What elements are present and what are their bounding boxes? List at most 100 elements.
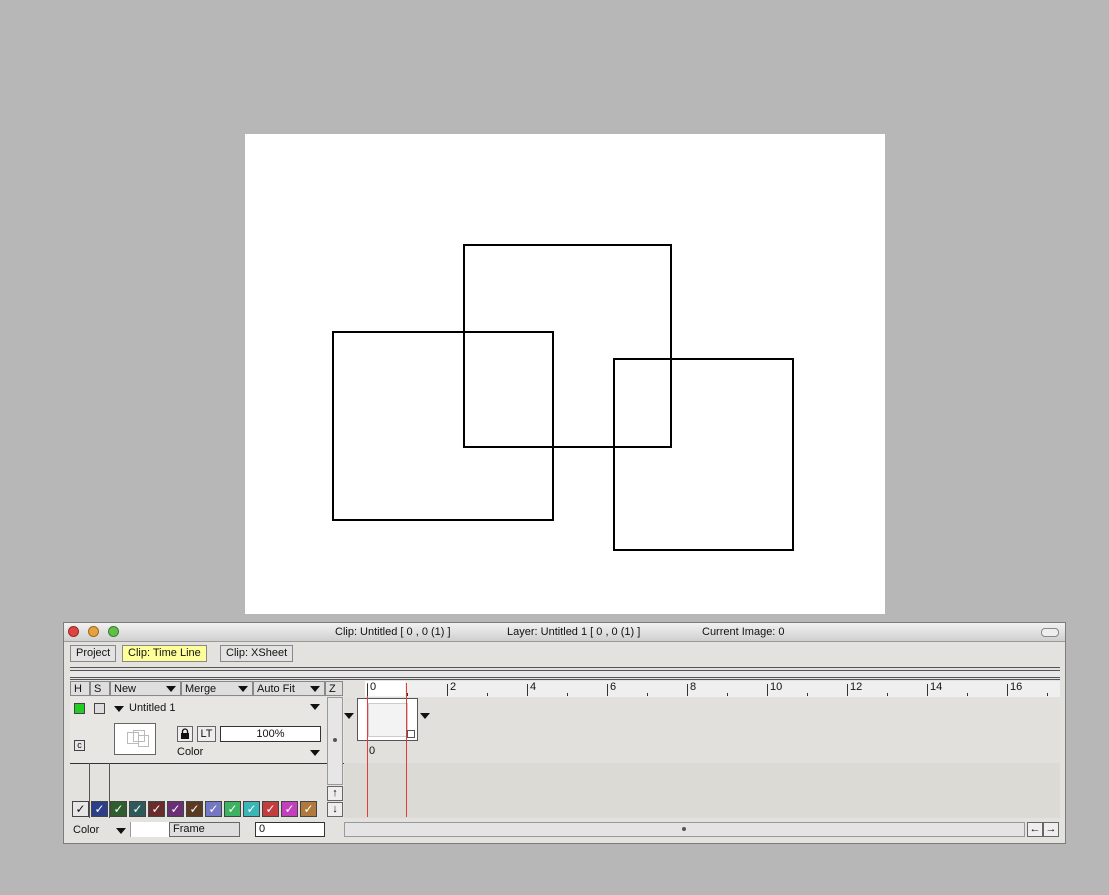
divider bbox=[70, 679, 1060, 680]
arrow-up-icon[interactable]: ↑ bbox=[327, 786, 343, 801]
timeline-horizontal-scrollbar[interactable] bbox=[344, 822, 1025, 837]
thumbnail-shape bbox=[138, 735, 149, 747]
tab-clip-timeline[interactable]: Clip: Time Line bbox=[122, 645, 207, 662]
color-swatch[interactable]: ✓ bbox=[186, 801, 203, 817]
square-shape-right bbox=[613, 358, 794, 551]
square-shape-left bbox=[332, 331, 554, 521]
layer-thumbnail bbox=[114, 723, 156, 755]
chevron-down-icon[interactable] bbox=[310, 750, 320, 756]
title-layer-info: Layer: Untitled 1 [ 0 , 0 (1) ] bbox=[507, 626, 641, 638]
frame-mode-button[interactable]: Frame bbox=[169, 822, 240, 837]
opacity-value: 100% bbox=[256, 728, 285, 740]
ruler-tick bbox=[767, 684, 768, 696]
timeline-lower-area[interactable] bbox=[344, 763, 1060, 818]
ruler-tick bbox=[967, 693, 968, 696]
drawing-canvas[interactable] bbox=[245, 134, 885, 614]
ruler-tick bbox=[847, 684, 848, 696]
tab-clip-xsheet[interactable]: Clip: XSheet bbox=[220, 645, 294, 662]
frame-label: Frame bbox=[173, 823, 205, 835]
new-label: New bbox=[114, 683, 137, 695]
ruler-label: 0 bbox=[370, 681, 377, 693]
frame-number-value: 0 bbox=[259, 823, 266, 835]
ruler-tick bbox=[887, 693, 888, 696]
ruler-tick bbox=[447, 684, 448, 696]
ruler-tick bbox=[487, 693, 488, 696]
color-swatch[interactable]: ✓ bbox=[129, 801, 146, 817]
playhead-end-marker[interactable] bbox=[406, 683, 407, 817]
frame-number-field[interactable]: 0 bbox=[255, 822, 325, 837]
ruler-tick bbox=[607, 684, 608, 696]
arrow-right-icon[interactable]: → bbox=[1043, 822, 1059, 837]
ruler-tick bbox=[527, 684, 528, 696]
color-swatch[interactable]: ✓ bbox=[300, 801, 317, 817]
playhead-start-marker[interactable] bbox=[367, 683, 368, 817]
color-swatch[interactable]: ✓ bbox=[110, 801, 127, 817]
color-swatch[interactable]: ✓ bbox=[224, 801, 241, 817]
cel-left-chevron-icon[interactable] bbox=[344, 713, 354, 719]
light-table-button[interactable]: LT bbox=[197, 726, 216, 742]
ruler-tick bbox=[807, 693, 808, 696]
chevron-down-icon bbox=[166, 686, 176, 692]
layer-menu-chevron-icon[interactable] bbox=[310, 704, 320, 710]
color-swatch[interactable]: ✓ bbox=[262, 801, 279, 817]
scroll-thumb-dot[interactable] bbox=[682, 827, 686, 831]
color-swatch[interactable]: ✓ bbox=[243, 801, 260, 817]
new-dropdown[interactable]: New bbox=[110, 681, 181, 696]
header-hide-label: H bbox=[74, 683, 82, 695]
minimize-icon[interactable] bbox=[88, 626, 99, 637]
frame-ruler[interactable] bbox=[365, 681, 1060, 698]
solo-checkbox[interactable] bbox=[94, 703, 105, 714]
arrow-down-icon[interactable]: ↓ bbox=[327, 802, 343, 817]
merge-label: Merge bbox=[185, 683, 217, 695]
ruler-tick bbox=[927, 684, 928, 696]
ruler-tick bbox=[687, 684, 688, 696]
footer-mode-label[interactable]: Color bbox=[73, 824, 99, 836]
splitter-bar[interactable] bbox=[70, 670, 1060, 678]
chevron-down-icon bbox=[238, 686, 248, 692]
header-hide: H bbox=[70, 681, 90, 696]
ruler-tick bbox=[727, 693, 728, 696]
layer-expand-icon[interactable] bbox=[114, 706, 124, 712]
color-swatch[interactable]: ✓ bbox=[281, 801, 298, 817]
toolbar-toggle-button[interactable] bbox=[1041, 628, 1059, 637]
visibility-toggle[interactable] bbox=[74, 703, 85, 714]
ruler-label: 14 bbox=[930, 681, 943, 693]
column-separator bbox=[89, 763, 90, 818]
color-swatch[interactable]: ✓ bbox=[205, 801, 222, 817]
tab-project[interactable]: Project bbox=[70, 645, 117, 662]
z-label: Z bbox=[329, 683, 336, 695]
ruler-label: 16 bbox=[1010, 681, 1023, 693]
autofit-dropdown[interactable]: Auto Fit bbox=[253, 681, 325, 696]
cel-resize-handle[interactable] bbox=[407, 730, 415, 738]
scroll-thumb-dot[interactable] bbox=[333, 738, 337, 742]
zoom-icon[interactable] bbox=[108, 626, 119, 637]
layer-c-badge[interactable]: c bbox=[74, 740, 85, 751]
layer-name[interactable]: Untitled 1 bbox=[129, 702, 175, 714]
ruler-label: 4 bbox=[530, 681, 537, 693]
color-swatch[interactable]: ✓ bbox=[148, 801, 165, 817]
color-well[interactable] bbox=[130, 822, 170, 837]
ruler-label: 8 bbox=[690, 681, 697, 693]
ruler-tick bbox=[1047, 693, 1048, 696]
ruler-tick bbox=[1007, 684, 1008, 696]
arrow-left-icon[interactable]: ← bbox=[1027, 822, 1043, 837]
lock-button[interactable] bbox=[177, 726, 193, 742]
window-titlebar[interactable]: Clip: Untitled [ 0 , 0 (1) ] Layer: Unti… bbox=[64, 623, 1065, 642]
color-swatch[interactable]: ✓ bbox=[167, 801, 184, 817]
merge-dropdown[interactable]: Merge bbox=[181, 681, 253, 696]
blend-mode-label[interactable]: Color bbox=[177, 746, 203, 758]
color-swatch[interactable]: ✓ bbox=[91, 801, 108, 817]
layers-vertical-scrollbar[interactable] bbox=[327, 697, 343, 785]
chevron-down-icon bbox=[310, 686, 320, 692]
cel-thumbnail bbox=[368, 703, 408, 737]
cel-right-chevron-icon[interactable] bbox=[420, 713, 430, 719]
z-order-button[interactable]: Z bbox=[325, 681, 343, 696]
title-clip-info: Clip: Untitled [ 0 , 0 (1) ] bbox=[335, 626, 451, 638]
opacity-field[interactable]: 100% bbox=[220, 726, 321, 742]
color-swatch[interactable]: ✓ bbox=[72, 801, 89, 817]
chevron-down-icon[interactable] bbox=[116, 828, 126, 834]
lock-icon bbox=[181, 728, 189, 739]
close-icon[interactable] bbox=[68, 626, 79, 637]
divider bbox=[70, 667, 1060, 668]
ruler-label: 2 bbox=[450, 681, 457, 693]
